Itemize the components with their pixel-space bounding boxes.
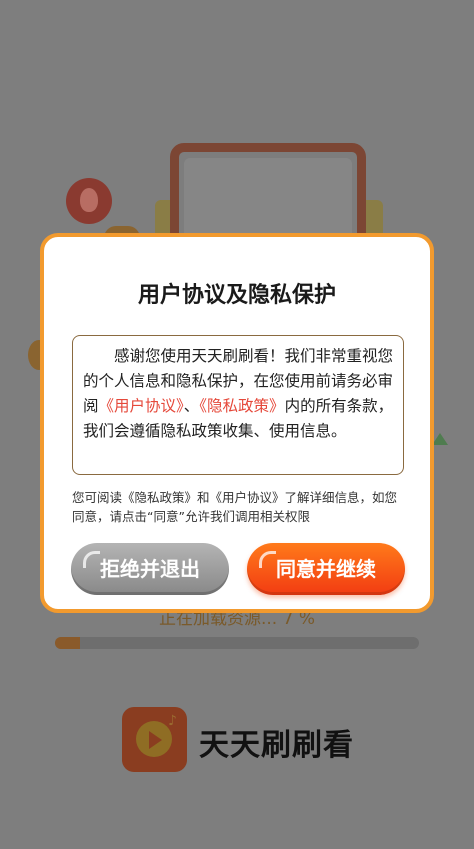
privacy-policy-link[interactable]: 《隐私政策》 [199,397,284,415]
app-logo-icon: ♪ [122,707,187,772]
music-note-icon: ♪ [168,713,177,729]
consent-note: 您可阅读《隐私政策》和《用户协议》了解详细信息，如您同意，请点击“同意”允许我们… [72,490,398,524]
privacy-dialog: 用户协议及隐私保护 感谢您使用天天刷刷看！我们非常重视您的个人信息和隐私保护，在… [40,233,434,613]
reject-and-exit-button[interactable]: 拒绝并退出 [71,543,229,595]
flame-coin-icon [66,178,112,224]
agreement-text: 感谢您使用天天刷刷看！我们非常重视您的个人信息和隐私保护，在您使用前请务必审阅《… [83,344,395,444]
loading-progress-bar [55,637,419,649]
agreement-content-box: 感谢您使用天天刷刷看！我们非常重视您的个人信息和隐私保护，在您使用前请务必审阅《… [72,335,404,475]
loading-progress-fill [55,637,81,649]
app-name: 天天刷刷看 [199,728,354,763]
leaf-decoration [432,433,448,445]
agree-and-continue-button[interactable]: 同意并继续 [247,543,405,595]
dialog-title: 用户协议及隐私保护 [137,283,336,308]
play-icon [149,731,162,749]
user-agreement-link[interactable]: 《用户协议》 [99,397,184,415]
link-separator: 、 [183,397,200,415]
